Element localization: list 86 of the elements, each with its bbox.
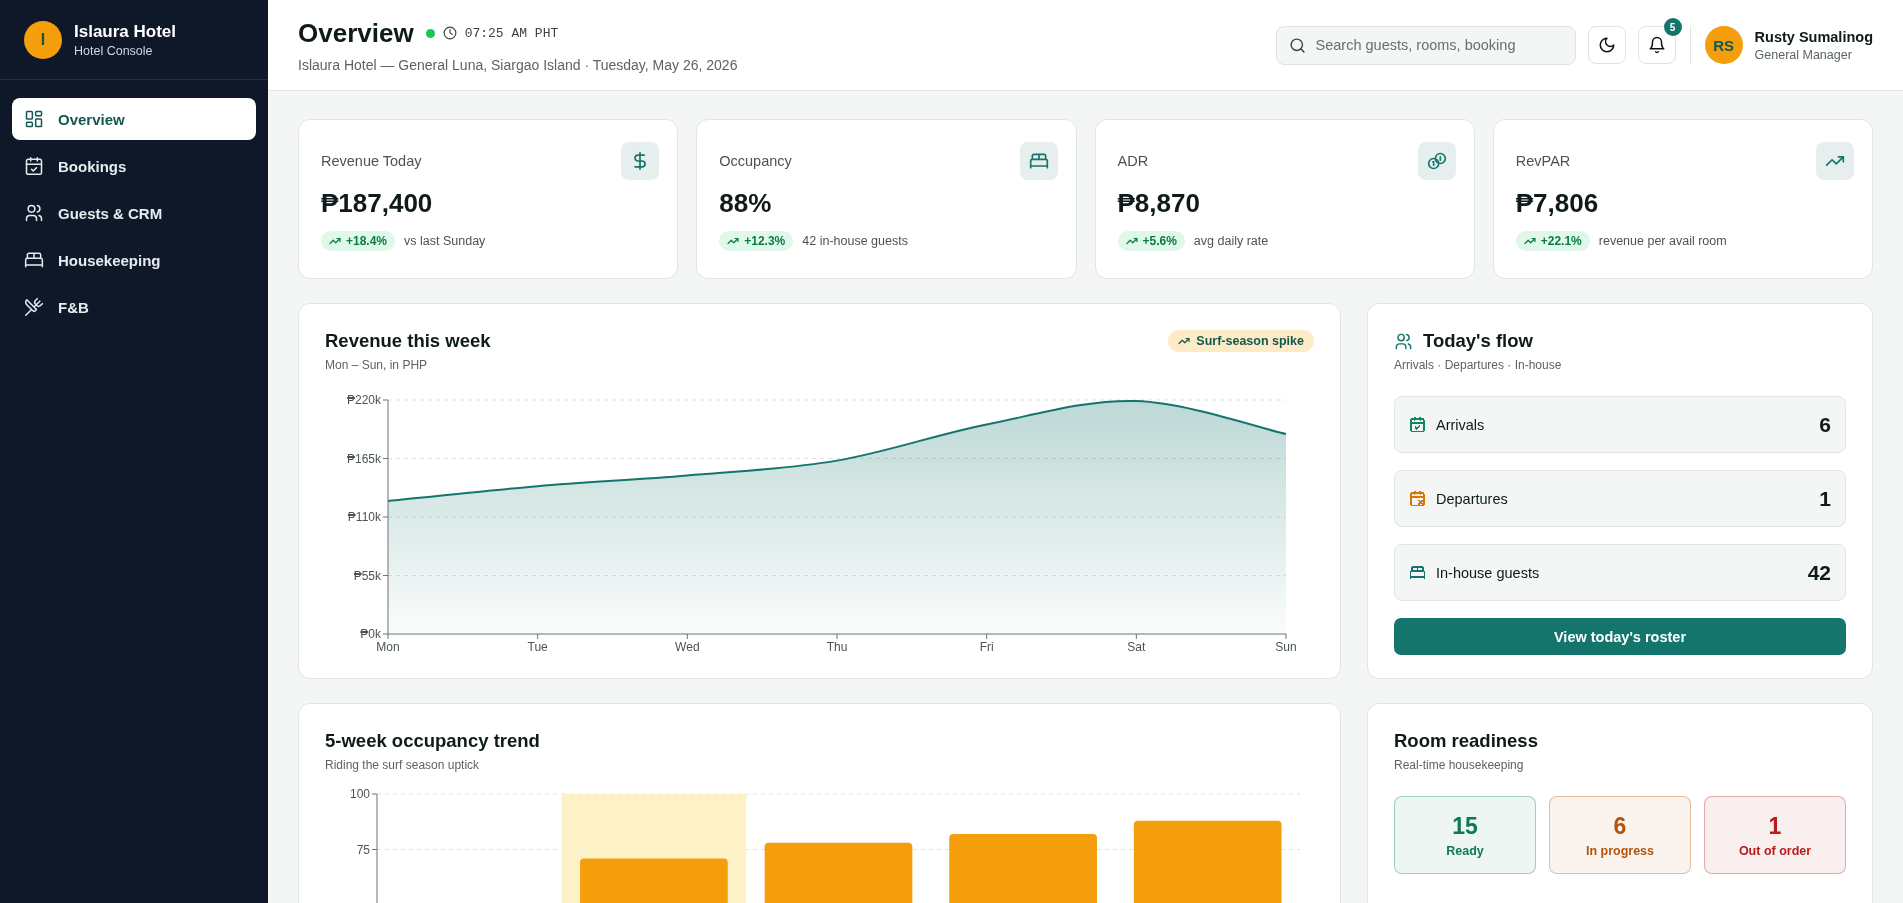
nav-item[interactable]: Bookings — [12, 145, 256, 187]
trend-up-icon — [1125, 235, 1138, 247]
card-subtitle: Real-time housekeeping — [1394, 758, 1525, 772]
status-label: Out of order — [1738, 843, 1812, 858]
flow-label: Arrivals — [1436, 416, 1486, 433]
x-axis-label: Mon — [376, 640, 400, 654]
kpi-value: ₱187,400 — [321, 188, 434, 219]
kpi-note: 42 in-house guests — [802, 234, 908, 248]
flow-label: In-house guests — [1436, 564, 1541, 581]
x-axis-label: Thu — [826, 640, 848, 654]
trend-up-icon — [329, 235, 341, 247]
kpi-note: avg daily rate — [1193, 234, 1269, 248]
page-subtitle: Islaura Hotel — General Luna, Siargao Island · Tuesday, May 26, 2026 — [298, 56, 738, 73]
delta-value: +5.6% — [1142, 234, 1177, 248]
kpi-value: 88% — [719, 188, 773, 219]
user-avatar[interactable]: RS — [1704, 26, 1743, 64]
card-title: Room readiness — [1394, 730, 1539, 752]
bed-icon — [1028, 151, 1049, 171]
x-axis-label: Sat — [1127, 640, 1146, 654]
kpi-value: ₱8,870 — [1117, 188, 1201, 219]
kpi-note: revenue per avail room — [1598, 234, 1727, 248]
kpi-value: ₱7,806 — [1515, 188, 1600, 219]
utensils-icon — [24, 297, 44, 317]
view-roster-button[interactable]: View today's roster — [1394, 618, 1846, 655]
y-axis-label: ₱110k — [347, 510, 381, 524]
users-icon — [24, 203, 44, 223]
card-subtitle: Arrivals · Departures · In-house — [1394, 358, 1563, 372]
users-icon — [1394, 331, 1413, 351]
page-title: Overview — [298, 17, 414, 49]
kpi-label: Revenue Today — [321, 153, 422, 169]
flow-label: Departures — [1436, 490, 1509, 507]
flow-count: 6 — [1819, 412, 1831, 437]
calendar-icon — [24, 156, 44, 176]
kpi-note: vs last Sunday — [404, 234, 486, 248]
status-count: 1 — [1768, 812, 1782, 840]
nav-item[interactable]: Overview — [12, 98, 256, 140]
notification-count: 5 — [1663, 18, 1682, 36]
badge-label: Surf-season spike — [1196, 334, 1304, 348]
card-title: Today's flow — [1423, 330, 1533, 352]
brand-logo: I — [24, 20, 62, 59]
x-axis-label: Sun — [1275, 640, 1297, 654]
kpi-label: ADR — [1117, 153, 1149, 169]
clock-icon — [442, 26, 457, 40]
card-title: Revenue this week — [325, 330, 491, 352]
brand-name: Islaura Hotel — [74, 21, 177, 42]
kpi-label: RevPAR — [1515, 153, 1571, 169]
grid-icon — [24, 109, 44, 129]
search-field[interactable]: Search guests, rooms, booking — [1275, 25, 1576, 65]
kpi-label: Occupancy — [719, 153, 792, 169]
y-axis-label: 100 — [349, 787, 370, 801]
card-subtitle: Mon – Sun, in PHP — [325, 358, 429, 372]
user-name: Rusty Sumalinog — [1754, 28, 1873, 45]
y-axis-label: ₱165k — [346, 451, 381, 466]
delta-value: +22.1% — [1540, 234, 1582, 248]
theme-toggle-button[interactable] — [1587, 26, 1626, 64]
x-axis-label: Fri — [979, 640, 994, 654]
moon-icon — [1597, 36, 1616, 54]
status-count: 6 — [1613, 812, 1627, 840]
y-axis-label: ₱220k — [346, 393, 381, 407]
nav-item[interactable]: Guests & CRM — [12, 192, 256, 234]
status-label: In progress — [1585, 843, 1655, 858]
trend-up-icon — [727, 235, 740, 247]
status-label: Ready — [1446, 843, 1484, 858]
x-axis-label: Wed — [675, 640, 700, 654]
nav-item[interactable]: Housekeeping — [12, 239, 256, 281]
flow-count: 1 — [1819, 486, 1831, 511]
nav-item[interactable]: F&B — [12, 286, 256, 328]
y-axis-label: 75 — [356, 842, 370, 857]
delta-value: +18.4% — [346, 234, 388, 248]
y-axis-label: ₱0k — [360, 627, 381, 641]
coins-icon — [1426, 151, 1447, 171]
card-subtitle: Riding the surf season uptick — [325, 758, 481, 772]
trend-up-icon — [1178, 335, 1191, 347]
y-axis-label: ₱55k — [353, 568, 381, 583]
card-title: 5-week occupancy trend — [325, 730, 541, 752]
search-icon — [1288, 36, 1306, 54]
delta-value: +12.3% — [744, 234, 786, 248]
status-count: 15 — [1452, 812, 1478, 840]
brand-subtitle: Hotel Console — [74, 43, 154, 58]
trend-up-icon — [1523, 235, 1536, 247]
flow-count: 42 — [1807, 560, 1831, 585]
bed-icon — [24, 250, 44, 270]
current-time: 07:25 AM PHT — [464, 25, 559, 41]
x-axis-label: Tue — [527, 640, 548, 654]
bell-icon — [1647, 36, 1666, 54]
user-role: General Manager — [1754, 47, 1853, 62]
